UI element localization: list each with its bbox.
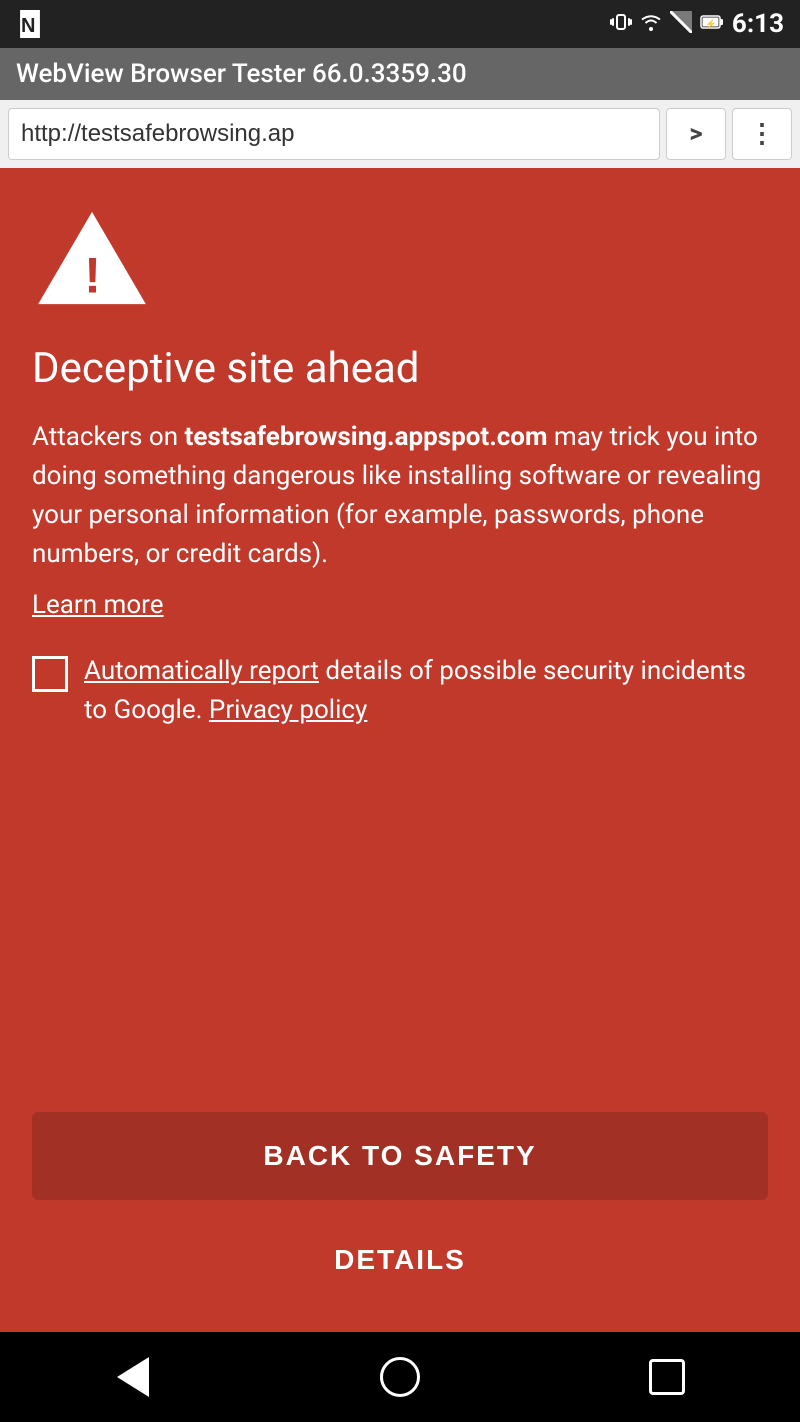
status-time: 6:13 [732, 9, 784, 39]
learn-more-link[interactable]: Learn more [32, 590, 768, 620]
checkbox-row: Automatically report details of possible… [32, 652, 768, 730]
svg-text:!: ! [84, 248, 101, 304]
warning-body-prefix: Attackers on [32, 422, 185, 452]
warning-page: ! Deceptive site ahead Attackers on test… [0, 168, 800, 1332]
menu-button[interactable]: ⋮ [732, 108, 792, 160]
home-nav-button[interactable] [370, 1347, 430, 1407]
back-to-safety-button[interactable]: BACK TO SAFETY [32, 1112, 768, 1200]
status-bar: N [0, 0, 800, 48]
status-bar-right: ⚡ 6:13 [610, 9, 784, 39]
recents-nav-icon [649, 1359, 685, 1395]
no-signal-icon [670, 11, 692, 38]
vibrate-icon [610, 11, 632, 38]
battery-icon: ⚡ [700, 13, 724, 36]
n-logo-icon: N [16, 10, 44, 38]
nav-bar [0, 1332, 800, 1422]
auto-report-link[interactable]: Automatically report [84, 656, 319, 686]
back-nav-button[interactable] [103, 1347, 163, 1407]
url-input[interactable] [8, 108, 660, 160]
home-nav-icon [380, 1357, 420, 1397]
status-bar-left: N [16, 10, 44, 38]
details-button[interactable]: DETAILS [32, 1216, 768, 1304]
auto-report-checkbox[interactable] [32, 656, 68, 692]
svg-text:N: N [21, 15, 35, 37]
spacer [32, 754, 768, 1112]
warning-title: Deceptive site ahead [32, 344, 768, 394]
url-bar-row: > ⋮ [0, 100, 800, 168]
warning-site-name: testsafebrowsing.appspot.com [185, 422, 548, 452]
browser-toolbar: WebView Browser Tester 66.0.3359.30 [0, 48, 800, 100]
forward-button[interactable]: > [666, 108, 726, 160]
browser-title: WebView Browser Tester 66.0.3359.30 [8, 59, 475, 89]
warning-body: Attackers on testsafebrowsing.appspot.co… [32, 418, 768, 574]
svg-text:⚡: ⚡ [705, 18, 716, 30]
checkbox-label: Automatically report details of possible… [84, 652, 768, 730]
warning-icon-area: ! [32, 208, 768, 312]
privacy-policy-link[interactable]: Privacy policy [209, 695, 367, 725]
wifi-icon [640, 13, 662, 36]
warning-triangle-icon: ! [32, 208, 152, 308]
recents-nav-button[interactable] [637, 1347, 697, 1407]
back-nav-icon [117, 1357, 149, 1397]
